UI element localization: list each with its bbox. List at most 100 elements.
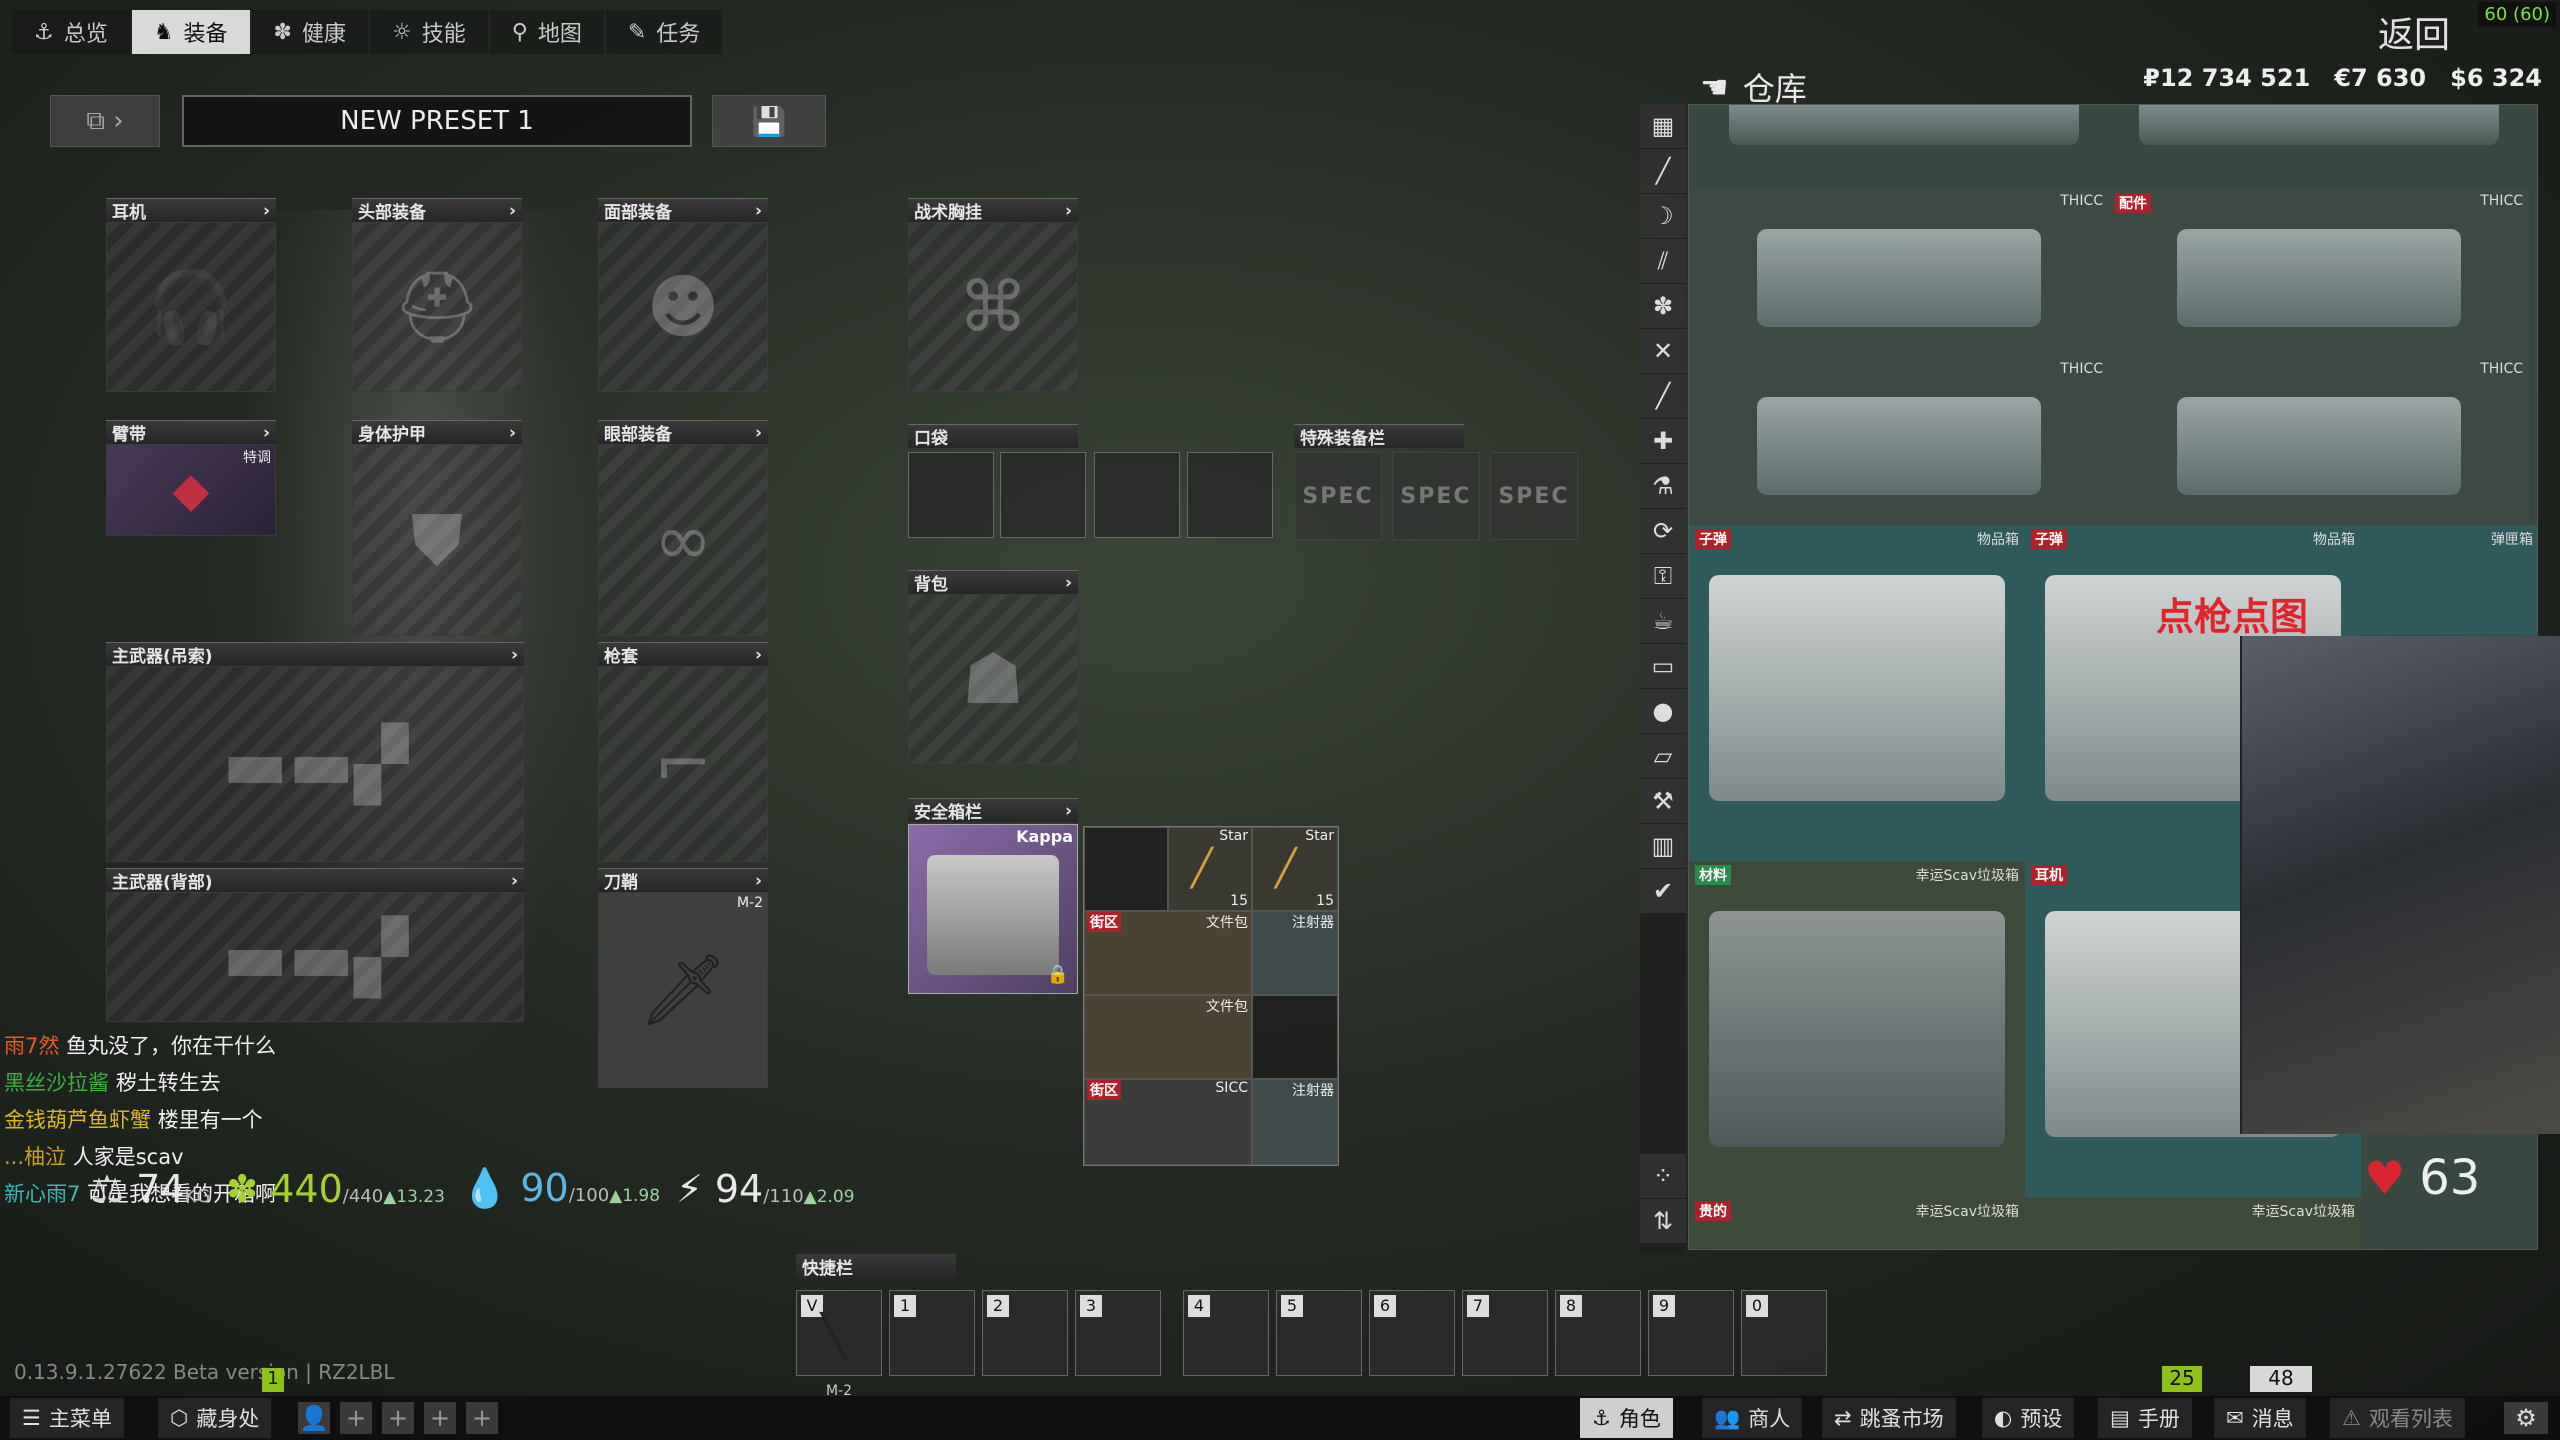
sicc-case[interactable]: 街区 SICC (1084, 1079, 1252, 1165)
filter-misc-icon[interactable]: ▥ (1640, 824, 1686, 868)
ammo-item[interactable]: Star ╱ 15 (1168, 827, 1252, 911)
character-button[interactable]: ⚓ 角色 (1580, 1398, 1673, 1438)
slot-holster[interactable]: 枪套 › ⌐ (598, 642, 768, 862)
quickbar-slot-3[interactable]: 3 (1075, 1290, 1161, 1376)
special-slot-3[interactable]: SPEC (1490, 452, 1578, 540)
sort-icon[interactable]: ⇅ (1640, 1199, 1686, 1243)
add-slot-icon[interactable]: + (424, 1402, 456, 1434)
filter-repair-icon[interactable]: ⚒ (1640, 779, 1686, 823)
quickbar-slot-7[interactable]: 7 (1462, 1290, 1548, 1376)
tab-gear[interactable]: ♞ 装备 (131, 10, 250, 54)
filter-quest-icon[interactable]: ✔ (1640, 869, 1686, 913)
slot-armor[interactable]: 身体护甲 › ⛊ (352, 420, 522, 636)
magazine-case[interactable]: 弹匣箱 (2361, 525, 2537, 635)
filter-barter-icon[interactable]: ⚗ (1640, 464, 1686, 508)
quickbar-slot-6[interactable]: 6 (1369, 1290, 1455, 1376)
quickbar-slot-8[interactable]: 8 (1555, 1290, 1641, 1376)
slot-backpack[interactable]: 背包 › ☗ (908, 570, 1078, 764)
slot-eyewear[interactable]: 眼部装备 › ∞ (598, 420, 768, 636)
quickbar-slot-4[interactable]: 4 (1183, 1290, 1269, 1376)
lucky-scav-junkbox[interactable]: 贵的 幸运Scav垃圾箱 (1689, 1197, 2025, 1249)
stash-item[interactable] (2119, 105, 2519, 155)
slot-primary-back[interactable]: 主武器(背部) › ▬▬▞ (106, 868, 524, 1022)
slot-headwear[interactable]: 头部装备 › ⛑ (352, 198, 522, 392)
thicc-case[interactable]: 配件 THICC (2109, 189, 2529, 357)
friends-counter[interactable]: 48 (2250, 1366, 2312, 1392)
injector-case[interactable]: 注射器 (1252, 1079, 1338, 1165)
filter-grenade-icon[interactable]: ● (1640, 689, 1686, 733)
quickbar-slot-2[interactable]: 2 (982, 1290, 1068, 1376)
filter-mods-icon[interactable]: ╱ (1640, 374, 1686, 418)
quickbar-slot-9[interactable]: 9 (1648, 1290, 1734, 1376)
filter-all-icon[interactable]: ▦ (1640, 104, 1686, 148)
traders-button[interactable]: 👥 商人 (1702, 1398, 1803, 1438)
filter-exchange-icon[interactable]: ⟳ (1640, 509, 1686, 553)
sort-grid-icon[interactable]: ⁘ (1640, 1154, 1686, 1198)
preset-name-field[interactable]: NEW PRESET 1 (182, 95, 692, 147)
lucky-scav-junkbox[interactable]: 材料 幸运Scav垃圾箱 (1689, 861, 2025, 1197)
documents-case[interactable]: 文件包 (1084, 995, 1252, 1079)
empty-cell[interactable] (1252, 995, 1338, 1079)
quickbar-slot-v[interactable]: V ╲ M-2 (796, 1290, 882, 1399)
filter-weapons-icon[interactable]: ╱ (1640, 149, 1686, 193)
thicc-case[interactable]: THICC (2109, 357, 2529, 525)
pocket-slot-4[interactable] (1187, 452, 1273, 538)
quickbar-slot-1[interactable]: 1 (889, 1290, 975, 1376)
documents-case[interactable]: 街区 文件包 (1084, 911, 1252, 995)
pocket-slot-3[interactable] (1094, 452, 1180, 538)
quickbar-slot-5[interactable]: 5 (1276, 1290, 1362, 1376)
kappa-container[interactable]: Kappa 🔒 (908, 824, 1078, 994)
hideout-button[interactable]: ⬡ 藏身处 (158, 1398, 272, 1438)
thicc-case[interactable]: THICC (1689, 357, 2109, 525)
filter-melee-icon[interactable]: ✕ (1640, 329, 1686, 373)
filter-containers-icon[interactable]: ▭ (1640, 644, 1686, 688)
filter-gear-icon[interactable]: ☽ (1640, 194, 1686, 238)
tab-overview[interactable]: ⚓ 总览 (12, 10, 130, 54)
watchlist-button[interactable]: ⚠ 观看列表 (2330, 1398, 2465, 1438)
slot-sheath[interactable]: 刀鞘 › M-2 🗡 (598, 868, 768, 1088)
settings-icon[interactable]: ⚙ (2504, 1402, 2548, 1434)
slot-earpiece[interactable]: 耳机 › 🎧 (106, 198, 276, 392)
ammo-item[interactable]: Star ╱ 15 (1252, 827, 1338, 911)
filter-ammo-icon[interactable]: ⫽ (1640, 239, 1686, 283)
filter-health-icon[interactable]: ✚ (1640, 419, 1686, 463)
flea-market-button[interactable]: ⇄ 跳蚤市场 (1822, 1398, 1956, 1438)
preset-save-button[interactable]: 💾 (712, 95, 826, 147)
slot-face[interactable]: 面部装备 › ☻ (598, 198, 768, 392)
character-icon: ⚓ (1592, 1406, 1611, 1430)
add-slot-icon[interactable]: + (466, 1402, 498, 1434)
slot-primary-sling[interactable]: 主武器(吊索) › ▬▬▞ (106, 642, 524, 862)
back-button[interactable]: 返回 (2378, 6, 2450, 58)
pocket-slot-1[interactable] (908, 452, 994, 538)
filter-keys-icon[interactable]: ⚿ (1640, 554, 1686, 598)
preset-list-button[interactable]: ⧉ › (50, 95, 160, 147)
stash-item[interactable] (1709, 105, 2099, 155)
special-slot-2[interactable]: SPEC (1392, 452, 1480, 540)
add-slot-icon[interactable]: + (340, 1402, 372, 1434)
slot-rig[interactable]: 战术胸挂 › ⌘ (908, 198, 1078, 392)
tab-skills[interactable]: ☼ 技能 (369, 10, 488, 54)
handbook-button[interactable]: ▤ 手册 (2098, 1398, 2192, 1438)
add-slot-icon[interactable]: + (382, 1402, 414, 1434)
messages-button[interactable]: ✉ 消息 (2214, 1398, 2306, 1438)
empty-cell[interactable] (1084, 827, 1168, 911)
presets-button[interactable]: ◐ 预设 (1982, 1398, 2075, 1438)
tab-map[interactable]: ⚲ 地图 (489, 10, 604, 54)
item-case[interactable]: 子弹 物品箱 (1689, 525, 2025, 861)
filter-medical-icon[interactable]: ✽ (1640, 284, 1686, 328)
main-menu-button[interactable]: ☰ 主菜单 (10, 1398, 124, 1438)
quickbar-slot-0[interactable]: 0 (1741, 1290, 1827, 1376)
injector-case[interactable]: 注射器 (1252, 911, 1338, 995)
case-icon (2177, 397, 2461, 495)
filter-info-icon[interactable]: ▱ (1640, 734, 1686, 778)
tab-tasks[interactable]: ✎ 任务 (605, 10, 723, 54)
profile-icon[interactable]: 👤 (298, 1402, 330, 1434)
tab-health[interactable]: ✽ 健康 (251, 10, 368, 54)
thicc-case[interactable]: THICC (1689, 189, 2109, 357)
slot-armband[interactable]: 臂带 › 特调 ◆ (106, 420, 276, 536)
special-slot-1[interactable]: SPEC (1294, 452, 1382, 540)
lucky-scav-junkbox[interactable]: 幸运Scav垃圾箱 (2025, 1197, 2361, 1249)
chevron-right-icon: › (508, 200, 516, 221)
pocket-slot-2[interactable] (1000, 452, 1086, 538)
filter-food-icon[interactable]: ☕ (1640, 599, 1686, 643)
